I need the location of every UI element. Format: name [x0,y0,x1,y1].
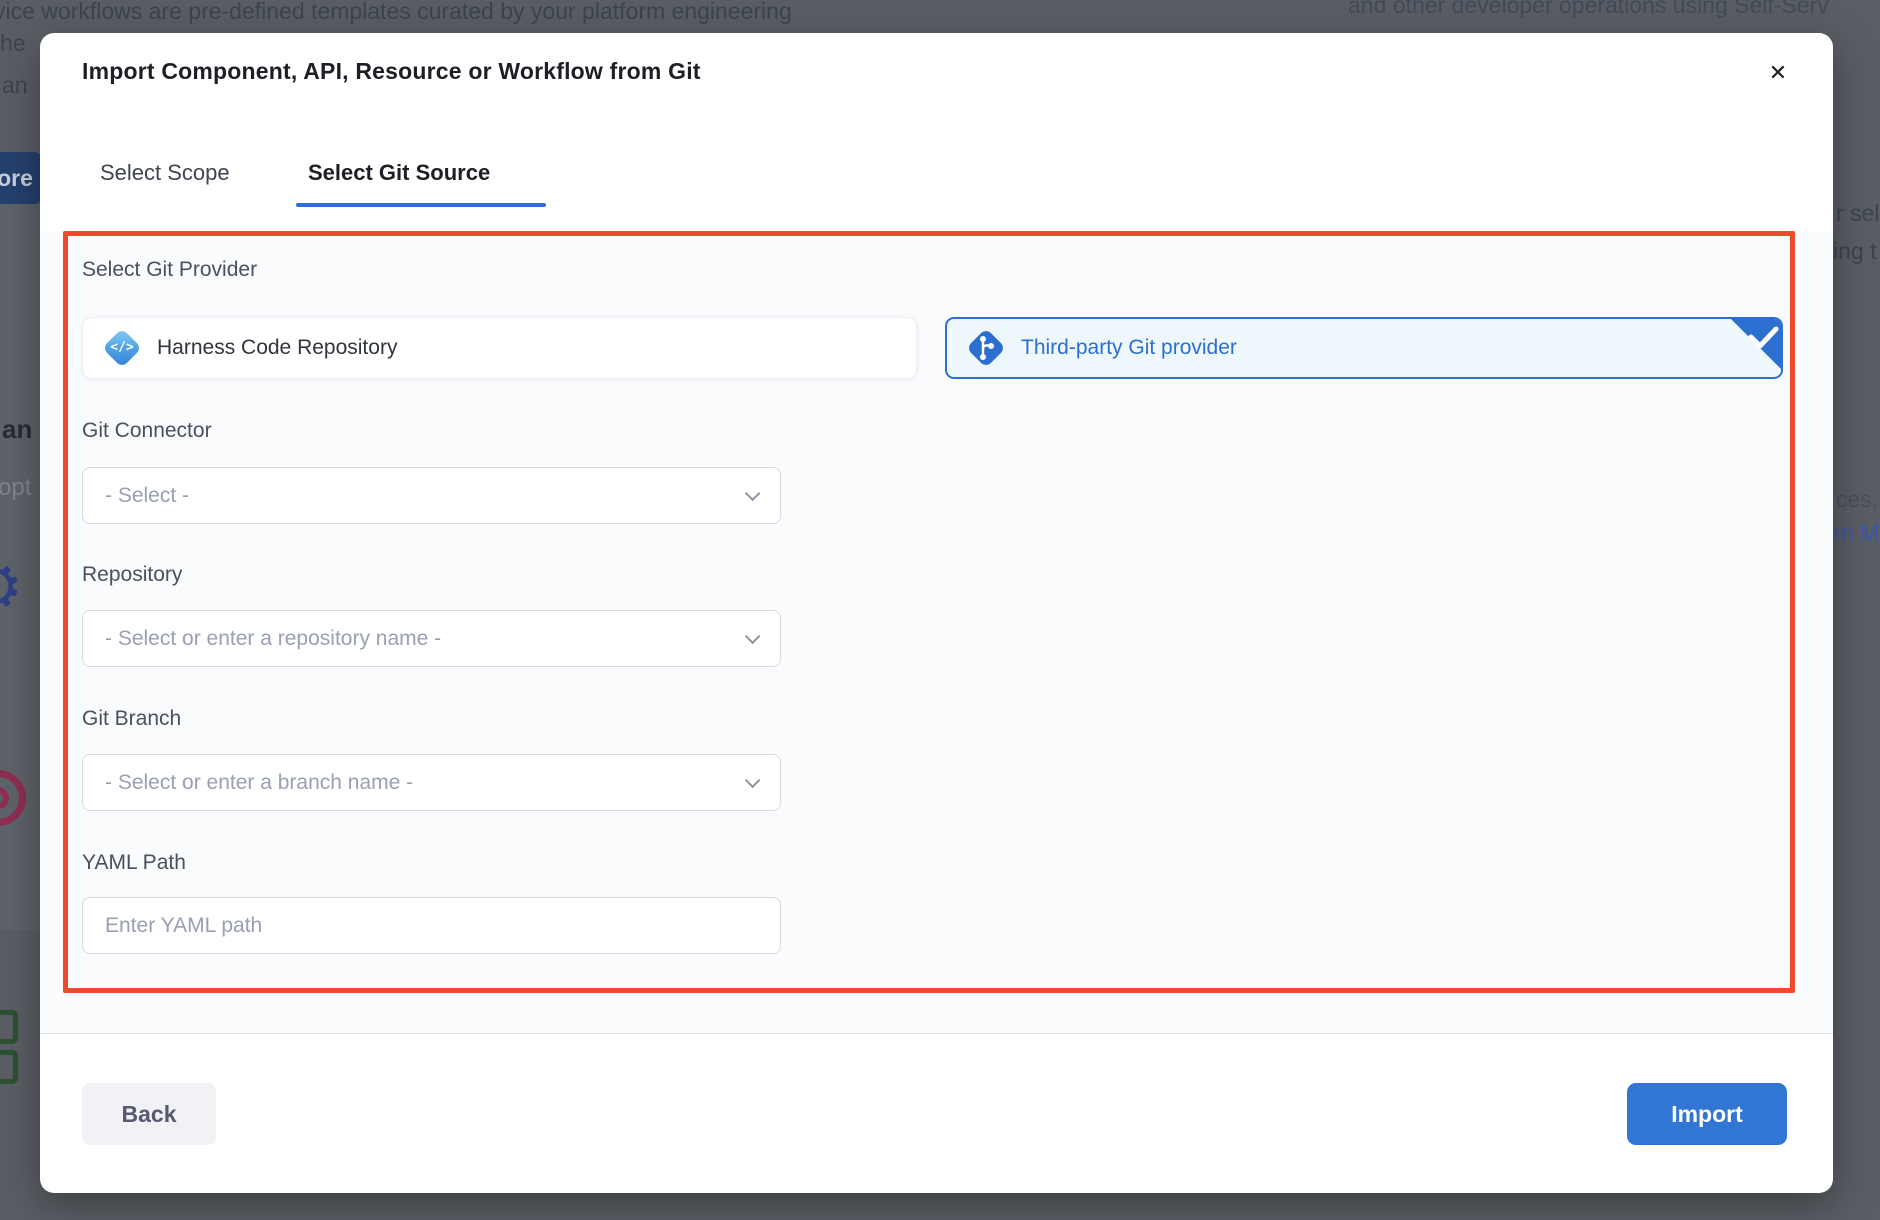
git-connector-select[interactable]: - Select - [82,467,781,524]
gear-icon: ⚙ [0,556,23,620]
git-provider-label: Select Git Provider [82,256,257,284]
select-placeholder: - Select - [105,484,745,508]
background-link-fragment: rn M [1833,520,1879,547]
footer-divider [40,1033,1833,1034]
import-button[interactable]: Import [1627,1083,1787,1145]
yaml-path-input[interactable] [82,897,781,954]
chevron-down-icon [745,629,761,645]
background-fragment: an [2,414,32,445]
dimmed-page-overlay: vice workflows are pre-defined templates… [0,0,1880,1220]
active-tab-underline [296,203,546,207]
git-icon [965,327,1007,369]
provider-option-harness-code[interactable]: </> Harness Code Repository [82,317,917,379]
git-branch-select[interactable]: - Select or enter a branch name - [82,754,781,811]
checkbox-outline-icon [0,1050,18,1084]
background-text-top-right: and other developer operations using Sel… [1348,0,1829,19]
provider-option-third-party[interactable]: Third-party Git provider [945,317,1783,379]
background-fragment: an [2,72,28,99]
repository-label: Repository [82,563,182,587]
tab-select-scope[interactable]: Select Scope [100,160,230,186]
git-branch-label: Git Branch [82,707,181,731]
close-icon[interactable]: ✕ [1756,51,1800,95]
background-fragment: opt [0,474,31,502]
yaml-path-label: YAML Path [82,851,186,875]
provider-option-label: Third-party Git provider [1021,336,1237,360]
code-icon: </> [101,327,143,369]
background-button-fragment: ore [0,152,42,204]
check-icon [1727,317,1783,373]
background-fragment: r sel [1836,200,1879,227]
highlight-annotation-box: Select Git Provider </> Harness Code Rep… [63,231,1795,993]
repository-select[interactable]: - Select or enter a repository name - [82,610,781,667]
provider-option-label: Harness Code Repository [157,336,397,360]
background-fragment: ing t [1833,238,1876,265]
git-connector-label: Git Connector [82,419,212,443]
background-fragment: ces, [1836,486,1878,513]
chevron-down-icon [745,773,761,789]
checkbox-outline-icon [0,1010,18,1044]
tab-select-git-source[interactable]: Select Git Source [308,160,490,186]
select-placeholder: - Select or enter a repository name - [105,627,745,651]
import-from-git-modal: Import Component, API, Resource or Workf… [40,33,1833,1193]
select-placeholder: - Select or enter a branch name - [105,771,745,795]
background-fragment: he [0,30,26,57]
modal-title: Import Component, API, Resource or Workf… [82,58,701,85]
background-text-top-left: vice workflows are pre-defined templates… [0,0,792,25]
chevron-down-icon [745,486,761,502]
back-button[interactable]: Back [82,1083,216,1145]
